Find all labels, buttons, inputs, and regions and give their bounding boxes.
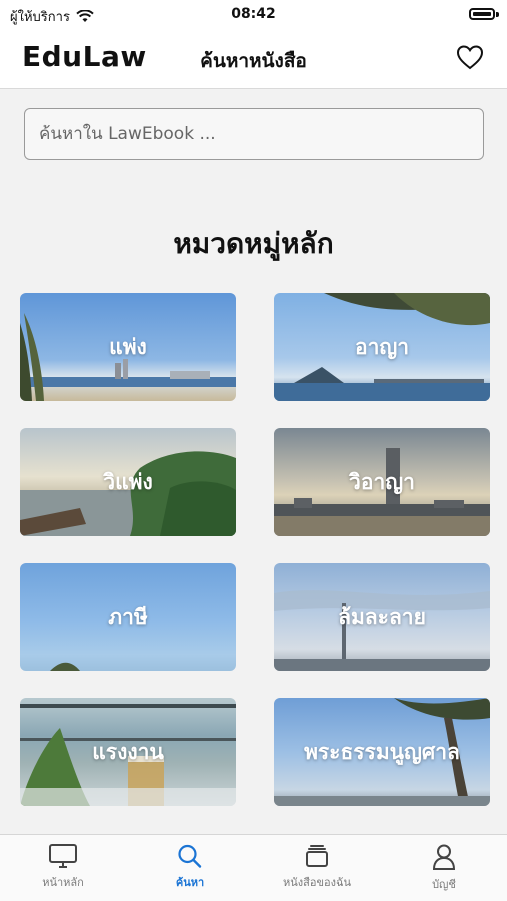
tab-search[interactable]: ค้นหา <box>135 843 245 891</box>
category-card-civil-procedure[interactable]: วิแพ่ง <box>20 428 236 536</box>
tab-account[interactable]: บัญชี <box>389 843 499 893</box>
tab-label: หนังสือของฉัน <box>283 876 351 889</box>
category-card-court-charter[interactable]: พระธรรมนูญศาล <box>274 698 490 806</box>
tab-home[interactable]: หน้าหลัก <box>8 843 118 891</box>
category-card-bankruptcy[interactable]: ล้มละลาย <box>274 563 490 671</box>
search-input[interactable] <box>24 108 484 160</box>
battery-tip <box>496 12 499 17</box>
books-icon <box>306 845 328 867</box>
tab-label: หน้าหลัก <box>42 876 84 889</box>
status-bar: ผู้ให้บริการ 08:42 <box>0 0 507 30</box>
tab-bar: หน้าหลัก ค้นหา หนังสือของฉัน บัญชี <box>0 834 507 901</box>
tab-label: บัญชี <box>432 878 456 891</box>
category-label: แรงงาน <box>92 739 164 764</box>
category-card-criminal-procedure[interactable]: วิอาญา <box>274 428 490 536</box>
category-card-labor[interactable]: แรงงาน <box>20 698 236 806</box>
category-label: วิแพ่ง <box>103 469 153 494</box>
category-label: แพ่ง <box>109 334 147 359</box>
category-label: ล้มละลาย <box>338 604 426 629</box>
person-icon <box>432 844 456 870</box>
battery-icon <box>469 8 495 20</box>
page-title: ค้นหาหนังสือ <box>200 50 307 72</box>
category-label: วิอาญา <box>349 469 415 494</box>
tab-my-books[interactable]: หนังสือของฉัน <box>262 843 372 891</box>
category-label: ภาษี <box>108 604 148 629</box>
category-label: พระธรรมนูญศาล <box>304 739 460 764</box>
category-label: อาญา <box>354 334 410 359</box>
app-header: EduLaw ค้นหาหนังสือ <box>0 30 507 89</box>
tab-label: ค้นหา <box>175 876 205 889</box>
search-icon <box>178 844 202 868</box>
monitor-icon <box>49 844 77 868</box>
category-card-civil[interactable]: แพ่ง <box>20 293 236 401</box>
category-card-criminal[interactable]: อาญา <box>274 293 490 401</box>
section-title: หมวดหมู่หลัก <box>173 227 334 260</box>
clock: 08:42 <box>231 6 276 22</box>
category-card-tax[interactable]: ภาษี <box>20 563 236 671</box>
heart-icon[interactable] <box>455 42 485 72</box>
